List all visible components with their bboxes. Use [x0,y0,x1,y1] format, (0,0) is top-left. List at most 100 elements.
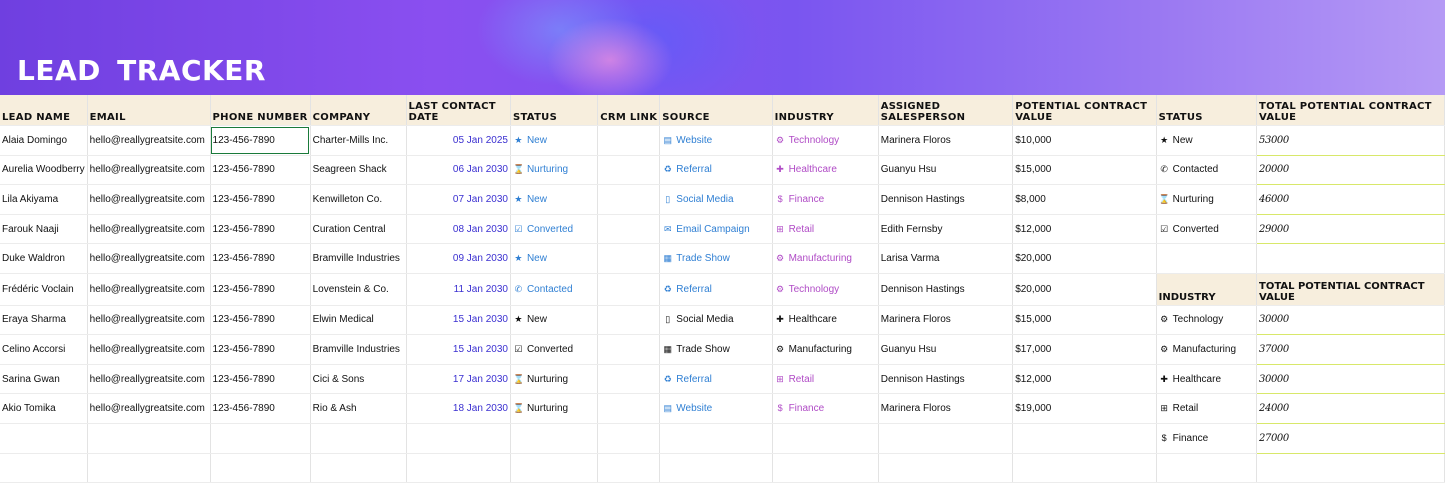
status-cell[interactable]: ★ New [510,125,599,156]
source-cell[interactable]: ▯ Social Media [659,305,773,336]
crm-link-cell[interactable] [597,125,661,156]
lead-name-cell[interactable]: Eraya Sharma [0,305,88,336]
company-cell[interactable]: Elwin Medical [310,305,407,336]
email-cell[interactable]: hello@reallygreatsite.com [87,364,211,395]
crm-link-cell[interactable] [597,273,661,306]
source-cell[interactable]: ▤ Website [659,393,773,424]
industry-cell[interactable]: ⚙ Manufacturing [772,334,879,365]
email-cell[interactable]: hello@reallygreatsite.com [87,273,211,306]
lead-name-cell[interactable]: Lila Akiyama [0,184,88,215]
phone-cell[interactable]: 123-456-7890 [210,305,311,336]
lead-name-cell[interactable]: Aurelia Woodberry [0,155,88,186]
source-cell[interactable]: ✉ Email Campaign [659,214,773,245]
date-cell[interactable]: 15 Jan 2030 [406,305,511,336]
value-cell[interactable]: $8,000 [1012,184,1157,215]
lead-name-cell[interactable]: Duke Waldron [0,243,88,274]
phone-cell[interactable]: 123-456-7890 [210,155,311,186]
email-cell[interactable]: hello@reallygreatsite.com [87,155,211,186]
summary-status-cell[interactable]: ☑ Converted [1156,214,1258,245]
summary-status-value[interactable]: 20000 [1256,155,1445,186]
col-header[interactable]: SOURCE [659,95,773,126]
company-cell[interactable]: Lovenstein & Co. [310,273,407,306]
col-header[interactable]: ASSIGNED SALESPERSON [878,95,1014,126]
salesperson-cell[interactable]: Dennison Hastings [878,273,1014,306]
empty-cell[interactable] [1156,243,1258,274]
empty-cell[interactable] [772,453,879,483]
col-header[interactable]: PHONE NUMBER [210,95,311,126]
lead-name-cell[interactable]: Akio Tomika [0,393,88,424]
lead-name-cell[interactable]: Frédéric Voclain [0,273,88,306]
email-cell[interactable]: hello@reallygreatsite.com [87,393,211,424]
empty-cell[interactable] [1256,453,1445,483]
industry-cell[interactable]: ⊞ Retail [772,364,879,395]
date-cell[interactable]: 15 Jan 2030 [406,334,511,365]
company-cell[interactable]: Rio & Ash [310,393,407,424]
empty-cell[interactable] [878,453,1014,483]
summary-industry-cell[interactable]: ✚ Healthcare [1156,364,1258,395]
status-cell[interactable]: ★ New [510,305,599,336]
empty-cell[interactable] [659,423,773,454]
source-cell[interactable]: ♻ Referral [659,364,773,395]
industry-cell[interactable]: ⚙ Manufacturing [772,243,879,274]
empty-cell[interactable] [597,423,661,454]
value-cell[interactable]: $20,000 [1012,243,1157,274]
industry-cell[interactable]: $ Finance [772,393,879,424]
summary-status-cell[interactable]: ⌛ Nurturing [1156,184,1258,215]
source-cell[interactable]: ♻ Referral [659,155,773,186]
phone-cell[interactable]: 123-456-7890 [210,334,311,365]
date-cell[interactable]: 11 Jan 2030 [406,273,511,306]
date-cell[interactable]: 05 Jan 2025 [406,125,511,156]
crm-link-cell[interactable] [597,393,661,424]
date-cell[interactable]: 09 Jan 2030 [406,243,511,274]
summary-status-value[interactable]: 53000 [1256,125,1445,156]
value-cell[interactable]: $17,000 [1012,334,1157,365]
col-header[interactable]: CRM LINK [597,95,661,126]
phone-cell[interactable]: 123-456-7890 [210,125,311,156]
summary-industry-cell[interactable]: $ Finance [1156,423,1258,454]
salesperson-cell[interactable]: Dennison Hastings [878,364,1014,395]
status-cell[interactable]: ☑ Converted [510,334,599,365]
status-cell[interactable]: ⌛ Nurturing [510,364,599,395]
company-cell[interactable]: Bramville Industries [310,334,407,365]
lead-name-cell[interactable]: Farouk Naaji [0,214,88,245]
summary-industry-value[interactable]: 30000 [1256,364,1445,395]
summary-industry-value[interactable]: 27000 [1256,423,1445,454]
email-cell[interactable]: hello@reallygreatsite.com [87,243,211,274]
email-cell[interactable]: hello@reallygreatsite.com [87,125,211,156]
empty-cell[interactable] [87,423,211,454]
empty-cell[interactable] [772,423,879,454]
col-header[interactable]: LEAD NAME [0,95,88,126]
empty-cell[interactable] [0,453,88,483]
source-cell[interactable]: ▤ Website [659,125,773,156]
summary-industry-cell[interactable]: ⊞ Retail [1156,393,1258,424]
crm-link-cell[interactable] [597,184,661,215]
value-cell[interactable]: $19,000 [1012,393,1157,424]
date-cell[interactable]: 07 Jan 2030 [406,184,511,215]
salesperson-cell[interactable]: Edith Fernsby [878,214,1014,245]
col-header[interactable]: INDUSTRY [772,95,879,126]
crm-link-cell[interactable] [597,214,661,245]
salesperson-cell[interactable]: Marinera Floros [878,305,1014,336]
company-cell[interactable]: Curation Central [310,214,407,245]
empty-cell[interactable] [510,453,599,483]
lead-name-cell[interactable]: Alaia Domingo [0,125,88,156]
source-cell[interactable]: ♻ Referral [659,273,773,306]
status-cell[interactable]: ★ New [510,243,599,274]
salesperson-cell[interactable]: Dennison Hastings [878,184,1014,215]
email-cell[interactable]: hello@reallygreatsite.com [87,305,211,336]
col-header[interactable]: POTENTIAL CONTRACT VALUE [1012,95,1157,126]
lead-name-cell[interactable]: Sarina Gwan [0,364,88,395]
phone-cell[interactable]: 123-456-7890 [210,364,311,395]
summary-industry-value[interactable]: 37000 [1256,334,1445,365]
empty-cell[interactable] [597,453,661,483]
company-cell[interactable]: Bramville Industries [310,243,407,274]
status-cell[interactable]: ☑ Converted [510,214,599,245]
empty-cell[interactable] [1012,423,1157,454]
summary-industry-cell[interactable]: ⚙ Manufacturing [1156,334,1258,365]
phone-cell[interactable]: 123-456-7890 [210,273,311,306]
empty-cell[interactable] [210,423,311,454]
summary-industry-value[interactable]: 30000 [1256,305,1445,336]
value-cell[interactable]: $15,000 [1012,155,1157,186]
empty-cell[interactable] [510,423,599,454]
col-header[interactable]: STATUS [510,95,599,126]
